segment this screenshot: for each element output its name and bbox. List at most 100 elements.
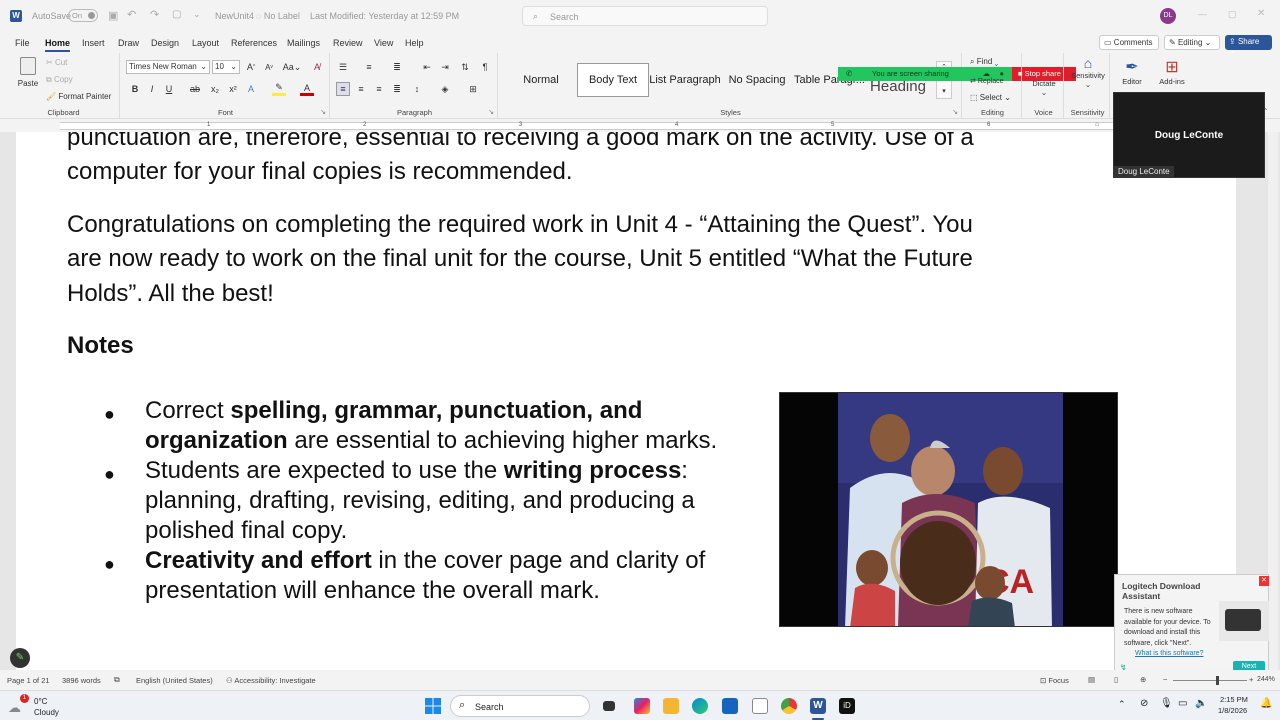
bullets-icon[interactable]: ☰ [336,60,350,74]
search-box[interactable]: ⌕ Search [522,6,768,26]
numbering-icon[interactable]: ≡ [362,60,376,74]
menu-file[interactable]: File [15,38,30,48]
family-photo[interactable]: CA [779,392,1118,627]
style-body-text[interactable]: Body Text [577,63,649,97]
bold-icon[interactable]: B [128,82,142,96]
font-color-icon[interactable]: A [300,82,314,96]
weather-widget[interactable]: 1 ☁ 0°C Cloudy [6,694,76,718]
notification-link[interactable]: What is this software? [1135,650,1203,657]
editor-button[interactable]: ✒ Editor [1116,57,1148,86]
save-icon[interactable]: ▣ [108,9,118,22]
volume-icon[interactable]: 🔈 [1195,698,1207,709]
comments-button[interactable]: ▭ Comments [1099,35,1159,50]
chrome-icon[interactable] [781,698,797,714]
word-icon[interactable]: W [810,698,826,714]
change-case-icon[interactable]: Aa⌄ [282,60,302,74]
increase-indent-icon[interactable]: ⇥ [438,60,452,74]
menu-home[interactable]: Home [45,38,70,48]
video-tile[interactable]: Doug LeConte Doug LeConte [1113,92,1265,178]
dictate-button[interactable]: Dictate ⌄ [1026,79,1062,97]
edge-icon[interactable] [692,698,708,714]
page-count[interactable]: Page 1 of 21 [7,676,50,685]
paste-button[interactable]: Paste [14,57,42,97]
qat-more-icon[interactable]: ⌄ [193,9,201,20]
align-right-icon[interactable]: ≡ [372,82,386,96]
style-list-paragraph[interactable]: List Paragraph [650,63,720,97]
decrease-indent-icon[interactable]: ⇤ [420,60,434,74]
copilot-icon[interactable] [634,698,650,714]
label-status[interactable]: ◌ No Label [256,11,300,21]
task-view-icon[interactable] [603,701,615,711]
addins-button[interactable]: ⊞ Add-ins [1152,57,1192,86]
indent-marker-icon[interactable]: ⌂ [1095,121,1099,128]
align-center-icon[interactable]: ≡ [354,82,368,96]
indesign-icon[interactable]: iD [839,698,855,714]
word-count[interactable]: 3896 words [62,676,101,685]
new-doc-icon[interactable]: ▢ [172,9,181,20]
taskbar-search[interactable]: ⌕ Search [450,695,590,717]
sensitivity-button[interactable]: ⌂ Sensitivity ⌄ [1067,55,1109,89]
align-left-icon[interactable]: ≡ [336,82,350,96]
microphone-icon[interactable]: 🎙 [1160,698,1173,709]
menu-references[interactable]: References [231,38,277,48]
logitech-notification[interactable]: Logitech Download Assistant ✕ There is n… [1114,574,1269,676]
maximize-icon[interactable]: ▢ [1228,9,1237,20]
style-no-spacing[interactable]: No Spacing [722,63,792,97]
store-icon[interactable] [722,698,738,714]
highlight-icon[interactable]: ✎ [272,82,286,96]
zoom-slider[interactable] [1173,676,1247,685]
font-name-select[interactable]: Times New Roman ⌄ [126,60,210,74]
shading-icon[interactable]: ◈ [438,82,452,96]
clear-format-icon[interactable]: A̸ [310,60,324,74]
italic-icon[interactable]: I [145,82,159,96]
menu-review[interactable]: Review [333,38,363,48]
share-button[interactable]: ⇪ Share ⌄ [1225,35,1272,55]
zoom-slider-thumb[interactable] [1216,676,1219,685]
autosave-toggle[interactable]: On [68,9,98,22]
document-page[interactable]: punctuation are, therefore, essential to… [16,132,1236,670]
menu-help[interactable]: Help [405,38,424,48]
redo-icon[interactable]: ↷ [150,8,159,21]
shrink-font-icon[interactable]: Av [262,60,276,74]
tray-chevron-icon[interactable]: ⌃ [1118,699,1126,710]
zoom-out-icon[interactable]: − [1163,675,1167,684]
sort-icon[interactable]: ⇅ [458,60,472,74]
multilevel-list-icon[interactable]: ≣ [390,60,404,74]
subscript-icon[interactable]: x₂ [208,82,222,96]
vertical-scrollbar[interactable] [1268,132,1278,670]
print-layout-icon[interactable]: ▯ [1114,675,1118,684]
language[interactable]: English (United States) [136,676,213,685]
paragraph-dialog-launcher-icon[interactable]: ↘ [488,108,494,116]
menu-view[interactable]: View [374,38,393,48]
menu-layout[interactable]: Layout [192,38,219,48]
borders-icon[interactable]: ⊞ [466,82,480,96]
find-button[interactable]: ⌕ Find ⌄ [970,57,998,67]
editing-mode-button[interactable]: ✎ Editing ⌄ [1164,35,1220,50]
format-painter-button[interactable]: 🖌 Format Painter [46,92,111,101]
grow-font-icon[interactable]: A ^ [244,60,258,74]
close-icon[interactable]: ✕ [1257,8,1265,19]
select-button[interactable]: ⬚ Select ⌄ [970,93,1011,102]
minimize-icon[interactable]: — [1198,9,1207,19]
notification-close-icon[interactable]: ✕ [1259,576,1269,586]
focus-button[interactable]: ⊡ Focus [1040,676,1069,685]
style-normal[interactable]: Normal [506,63,576,97]
notepad-icon[interactable] [752,698,768,714]
superscript-icon[interactable]: x² [226,82,240,96]
notifications-bell-icon[interactable]: 🔔 [1260,698,1272,709]
menu-design[interactable]: Design [151,38,179,48]
read-mode-icon[interactable]: ▤ [1088,675,1095,684]
network-off-icon[interactable]: ⊘ [1140,698,1148,709]
replace-button[interactable]: ⇄ Replace [970,77,1004,85]
draw-pen-button[interactable]: ✎ [10,648,30,668]
accessibility-status[interactable]: ⚇ Accessibility: Investigate [226,676,316,685]
file-explorer-icon[interactable] [663,698,679,714]
file-name[interactable]: NewUnit4 [215,11,254,21]
font-size-select[interactable]: 10 ⌄ [212,60,240,74]
text-effects-icon[interactable]: A [244,82,258,96]
font-dialog-launcher-icon[interactable]: ↘ [320,108,326,116]
display-icon[interactable]: ▭ [1178,698,1187,709]
cut-button[interactable]: ✂ Cut [46,58,67,67]
menu-insert[interactable]: Insert [82,38,105,48]
styles-dialog-launcher-icon[interactable]: ↘ [952,108,958,116]
